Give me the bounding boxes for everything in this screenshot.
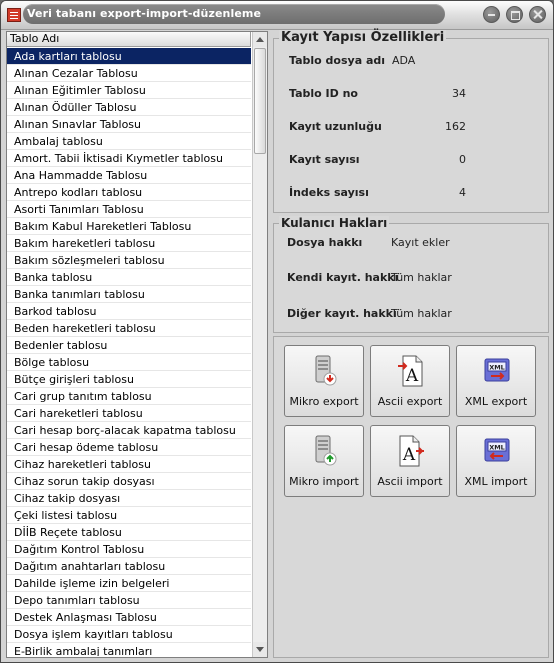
list-item[interactable]: Depo tanımları tablosu <box>7 592 251 609</box>
ascii-document-export-icon: A <box>398 355 423 387</box>
field-label-other-record-right: Diğer kayıt. hakkı <box>287 307 397 320</box>
field-value-index-count: 4 <box>459 186 466 199</box>
record-structure-title: Kayıt Yapısı Özellikleri <box>279 30 447 45</box>
xml-export-icon: XML <box>484 358 510 382</box>
list-item[interactable]: Ambalaj tablosu <box>7 133 251 150</box>
action-button-panel: Mikro export A Ascii export XML XML expo… <box>273 336 549 658</box>
mikro-import-label: Mikro import <box>289 475 359 488</box>
list-item[interactable]: Ana Hammadde Tablosu <box>7 167 251 184</box>
field-label-record-length: Kayıt uzunluğu <box>289 120 382 133</box>
minimize-icon <box>488 14 495 16</box>
list-item[interactable]: Beden hareketleri tablosu <box>7 320 251 337</box>
list-item[interactable]: Cari hesap ödeme tablosu <box>7 439 251 456</box>
xml-import-label: XML import <box>464 475 528 488</box>
list-item[interactable]: Bölge tablosu <box>7 354 251 371</box>
list-item[interactable]: Banka tablosu <box>7 269 251 286</box>
scroll-thumb[interactable] <box>254 48 266 154</box>
list-item[interactable]: Dağıtım Kontrol Tablosu <box>7 541 251 558</box>
list-scrollbar[interactable] <box>252 32 267 657</box>
xml-import-icon: XML <box>484 438 510 462</box>
field-label-index-count: İndeks sayısı <box>289 186 369 199</box>
field-label-table-id: Tablo ID no <box>289 87 358 100</box>
list-item[interactable]: E-Birlik ambalaj tanımları <box>7 643 251 656</box>
list-item[interactable]: Bakım hareketleri tablosu <box>7 235 251 252</box>
list-item[interactable]: Banka tanımları tablosu <box>7 286 251 303</box>
field-value-own-record-right: Tüm haklar <box>391 271 452 284</box>
list-item[interactable]: Cari hareketleri tablosu <box>7 405 251 422</box>
record-structure-group: Kayıt Yapısı Özellikleri Tablo dosya adı… <box>273 30 549 213</box>
svg-text:A: A <box>402 445 416 465</box>
list-item[interactable]: Cari grup tanıtım tablosu <box>7 388 251 405</box>
main-window: Veri tabanı export-import-düzenleme Tabl… <box>0 0 554 663</box>
mikro-import-button[interactable]: Mikro import <box>284 425 364 497</box>
list-item[interactable]: Cihaz hareketleri tablosu <box>7 456 251 473</box>
list-item[interactable]: Alınan Ödüller Tablosu <box>7 99 251 116</box>
user-rights-title: Kulanıcı Hakları <box>279 216 390 230</box>
field-value-file-right: Kayıt ekler <box>391 236 450 249</box>
database-export-icon <box>315 355 337 386</box>
field-value-file-name: ADA <box>392 54 416 67</box>
close-button[interactable] <box>529 6 546 23</box>
title-bar[interactable]: Veri tabanı export-import-düzenleme <box>1 1 553 30</box>
maximize-icon <box>511 11 520 20</box>
field-value-record-count: 0 <box>459 153 466 166</box>
xml-export-label: XML export <box>464 395 528 408</box>
list-item[interactable]: Antrepo kodları tablosu <box>7 184 251 201</box>
scroll-up-arrow-icon[interactable] <box>253 32 267 47</box>
list-item[interactable]: DİİB Reçete tablosu <box>7 524 251 541</box>
list-item[interactable]: Cari hesap borç-alacak kapatma tablosu <box>7 422 251 439</box>
list-item[interactable]: Bakım sözleşmeleri tablosu <box>7 252 251 269</box>
mikro-export-label: Mikro export <box>289 395 359 408</box>
ascii-document-import-icon: A <box>399 435 424 467</box>
list-item[interactable]: Destek Anlaşması Tablosu <box>7 609 251 626</box>
field-label-own-record-right: Kendi kayıt. hakkı <box>287 271 399 284</box>
list-item[interactable]: Cihaz takip dosyası <box>7 490 251 507</box>
scroll-down-arrow-icon[interactable] <box>253 642 267 657</box>
field-label-record-count: Kayıt sayısı <box>289 153 360 166</box>
svg-text:A: A <box>405 366 419 386</box>
field-label-file-right: Dosya hakkı <box>287 236 363 249</box>
list-item[interactable]: Dağıtım anahtarları tablosu <box>7 558 251 575</box>
xml-import-button[interactable]: XML XML import <box>456 425 536 497</box>
list-item[interactable]: Dosya işlem kayıtları tablosu <box>7 626 251 643</box>
field-label-file-name: Tablo dosya adı <box>289 54 386 67</box>
field-value-table-id: 34 <box>452 87 466 100</box>
database-export-icon <box>7 8 21 22</box>
database-import-icon <box>315 435 337 466</box>
table-list-panel: Tablo Adı Ada kartları tablosu Alınan Cez… <box>6 31 268 658</box>
list-item[interactable]: Barkod tablosu <box>7 303 251 320</box>
list-item[interactable]: Bedenler tablosu <box>7 337 251 354</box>
ascii-import-label: Ascii import <box>377 475 443 488</box>
list-item[interactable]: Asorti Tanımları Tablosu <box>7 201 251 218</box>
list-item[interactable]: Amort. Tabii İktisadi Kıymetler tablosu <box>7 150 251 167</box>
list-item[interactable]: Alınan Sınavlar Tablosu <box>7 116 251 133</box>
list-item[interactable]: Cihaz sorun takip dosyası <box>7 473 251 490</box>
maximize-button[interactable] <box>506 6 523 23</box>
field-value-record-length: 162 <box>445 120 466 133</box>
list-item[interactable]: Bütçe girişleri tablosu <box>7 371 251 388</box>
mikro-export-button[interactable]: Mikro export <box>284 345 364 417</box>
list-item[interactable]: Alınan Eğitimler Tablosu <box>7 82 251 99</box>
window-title: Veri tabanı export-import-düzenleme <box>27 7 262 20</box>
close-icon <box>533 10 542 19</box>
svg-text:XML: XML <box>489 364 505 372</box>
user-rights-group: Kulanıcı Hakları Dosya hakkı Kayıt ekler… <box>273 216 549 333</box>
ascii-export-label: Ascii export <box>377 395 443 408</box>
list-item[interactable]: Dahilde işleme izin belgeleri <box>7 575 251 592</box>
list-item[interactable]: Alınan Cezalar Tablosu <box>7 65 251 82</box>
field-value-other-record-right: Tüm haklar <box>391 307 452 320</box>
column-header-tablo-adi[interactable]: Tablo Adı <box>7 32 251 47</box>
ascii-export-button[interactable]: A Ascii export <box>370 345 450 417</box>
list-item[interactable]: Bakım Kabul Hareketleri Tablosu <box>7 218 251 235</box>
list-item[interactable]: Ada kartları tablosu <box>7 48 251 65</box>
svg-text:XML: XML <box>489 444 505 452</box>
minimize-button[interactable] <box>483 6 500 23</box>
xml-export-button[interactable]: XML XML export <box>456 345 536 417</box>
table-list[interactable]: Ada kartları tablosu Alınan Cezalar Tablo… <box>7 48 251 656</box>
ascii-import-button[interactable]: A Ascii import <box>370 425 450 497</box>
list-item[interactable]: Çeki listesi tablosu <box>7 507 251 524</box>
